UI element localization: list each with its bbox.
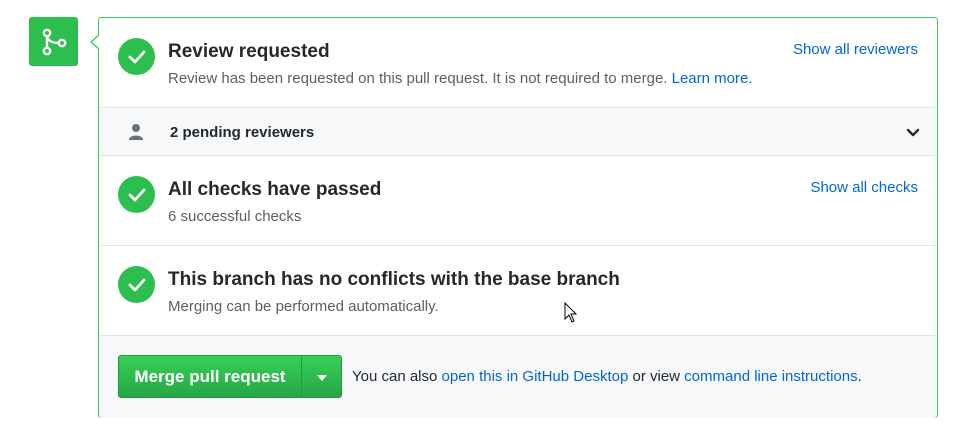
command-line-instructions-link[interactable]: command line instructions	[684, 368, 857, 385]
review-title: Review requested	[168, 41, 330, 62]
show-all-reviewers-link[interactable]: Show all reviewers	[793, 41, 918, 58]
pending-reviewers-row[interactable]: 2 pending reviewers	[99, 108, 937, 156]
note-prefix: You can also	[352, 368, 438, 385]
show-all-checks-link[interactable]: Show all checks	[810, 179, 918, 196]
checks-section: All checks have passed 6 successful chec…	[99, 156, 937, 246]
merge-method-dropdown[interactable]	[301, 356, 341, 397]
pending-reviewers-label: 2 pending reviewers	[170, 124, 315, 141]
merge-section: Merge pull request You can also open thi…	[99, 336, 937, 418]
checks-title: All checks have passed	[168, 179, 382, 200]
check-icon	[118, 266, 155, 303]
chevron-down-icon[interactable]	[906, 125, 920, 143]
conflicts-description: Merging can be performed automatically.	[168, 298, 439, 315]
review-description-text: Review has been requested on this pull r…	[168, 70, 668, 87]
merge-pull-request-button[interactable]: Merge pull request	[119, 356, 301, 397]
review-description: Review has been requested on this pull r…	[168, 70, 753, 87]
learn-more-link[interactable]: Learn more.	[672, 70, 753, 87]
git-merge-icon	[29, 17, 78, 66]
mouse-cursor-icon	[564, 301, 578, 329]
merge-alternatives-note: You can also open this in GitHub Desktop…	[352, 368, 862, 385]
merge-status-panel: Review requested Review has been request…	[90, 17, 938, 418]
triangle-down-icon	[316, 369, 327, 384]
note-middle: or view	[632, 368, 680, 385]
open-in-desktop-link[interactable]: open this in GitHub Desktop	[442, 368, 629, 385]
review-requested-section: Review requested Review has been request…	[99, 18, 937, 108]
conflicts-title: This branch has no conflicts with the ba…	[168, 269, 620, 290]
check-icon	[118, 176, 155, 213]
merge-button-group: Merge pull request	[118, 355, 342, 398]
conflicts-section: This branch has no conflicts with the ba…	[99, 246, 937, 336]
check-icon	[118, 38, 155, 75]
person-icon	[128, 123, 144, 146]
note-suffix: .	[857, 368, 862, 385]
checks-description: 6 successful checks	[168, 208, 302, 225]
